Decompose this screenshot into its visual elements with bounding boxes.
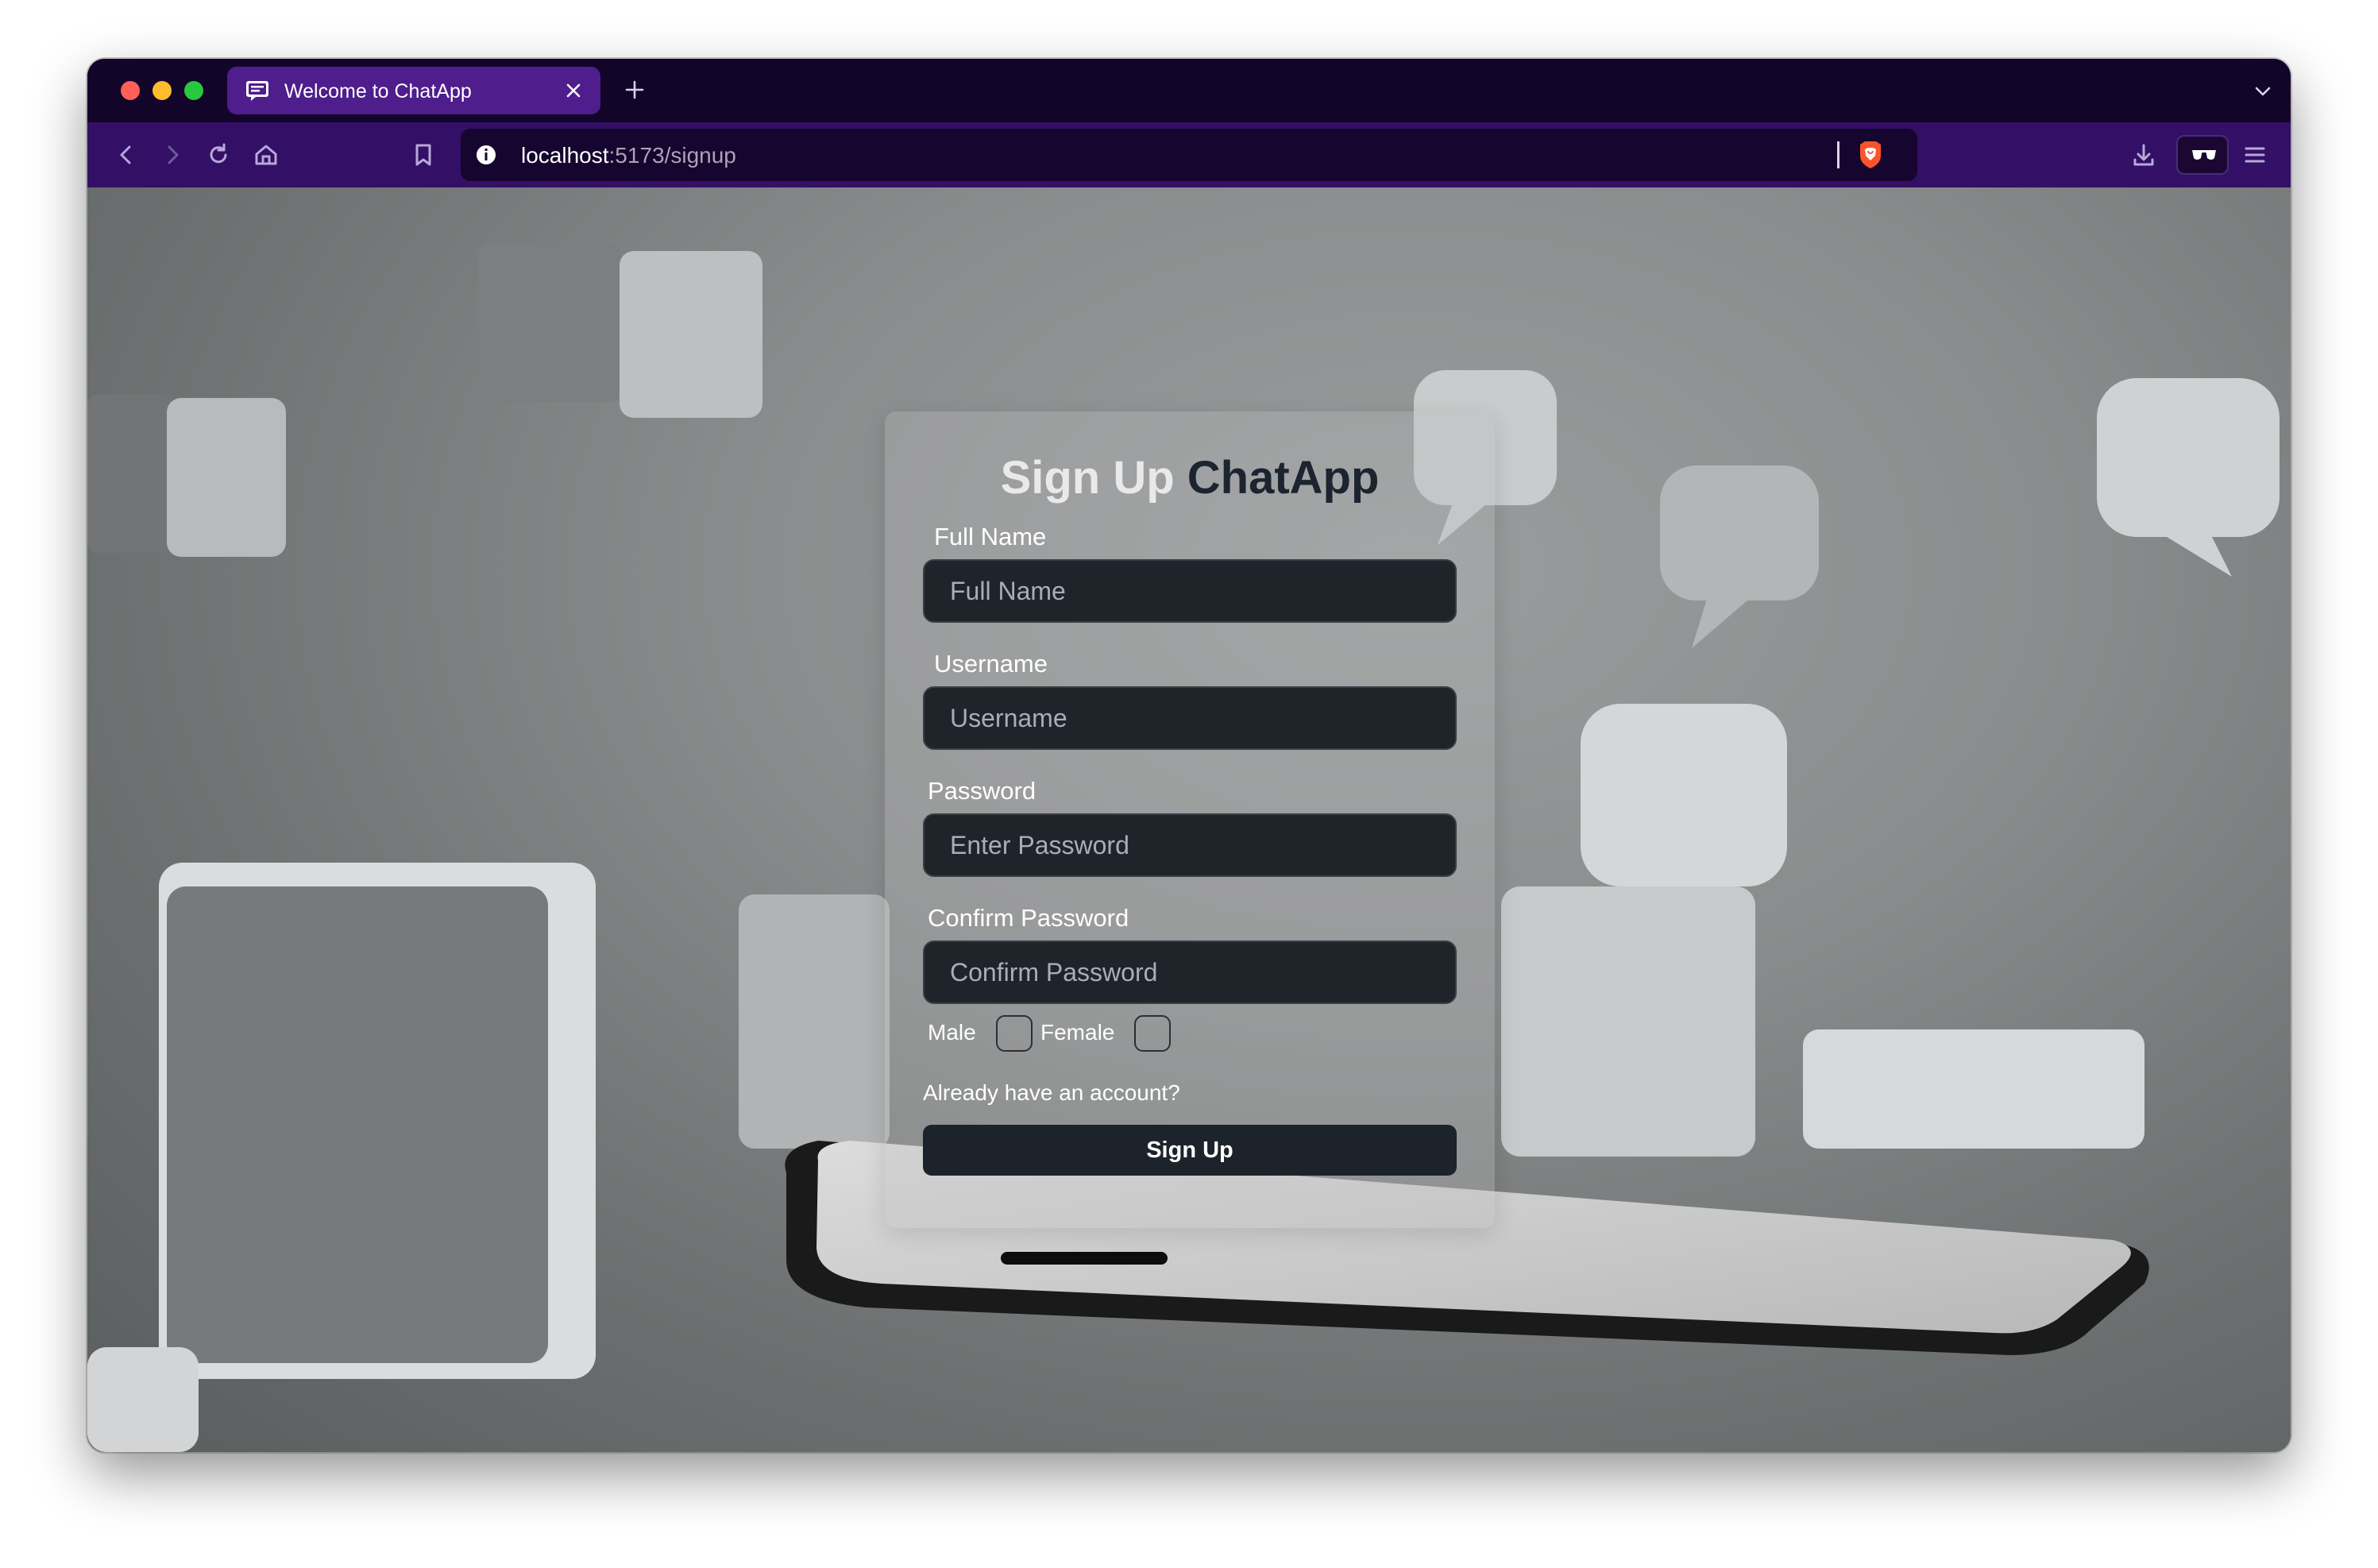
- title-app-name: ChatApp: [1187, 452, 1380, 504]
- signup-card: Sign Up ChatApp Full Name Username Passw…: [885, 411, 1495, 1228]
- username-label: Username: [934, 650, 1048, 678]
- tab-bar: Welcome to ChatApp: [87, 59, 2291, 122]
- tab-title: Welcome to ChatApp: [284, 80, 472, 102]
- close-window-button[interactable]: [121, 81, 140, 100]
- browser-window: Welcome to ChatApp localhost:5173/signup…: [87, 59, 2291, 1452]
- password-input[interactable]: [923, 813, 1457, 877]
- url-divider: [1837, 141, 1839, 168]
- close-icon[interactable]: [564, 81, 583, 100]
- chevron-right-icon[interactable]: [157, 140, 187, 170]
- sign-up-button[interactable]: Sign Up: [923, 1125, 1457, 1176]
- reader-mode-button[interactable]: [2176, 135, 2229, 175]
- password-label: Password: [928, 777, 1037, 805]
- brave-lion-icon[interactable]: [1857, 140, 1884, 170]
- confirm-password-label: Confirm Password: [928, 904, 1129, 932]
- chevron-down-icon[interactable]: [2251, 79, 2275, 103]
- url-path: :5173/signup: [608, 143, 736, 168]
- title-sign-up: Sign Up: [1000, 452, 1175, 504]
- reload-icon[interactable]: [203, 140, 234, 170]
- reader-mode-icon: [2192, 150, 2216, 160]
- confirm-password-input[interactable]: [923, 940, 1457, 1004]
- female-label: Female: [1040, 1020, 1115, 1045]
- url-host: localhost: [521, 143, 609, 168]
- male-label: Male: [928, 1020, 976, 1045]
- page-content: Sign Up ChatApp Full Name Username Passw…: [87, 187, 2291, 1452]
- chevron-left-icon[interactable]: [111, 140, 141, 170]
- full-name-input[interactable]: [923, 559, 1457, 623]
- download-icon[interactable]: [2129, 140, 2159, 170]
- info-icon[interactable]: [475, 144, 497, 166]
- male-checkbox[interactable]: [996, 1015, 1033, 1052]
- navigation-toolbar: localhost:5173/signup: [87, 122, 2291, 187]
- address-bar[interactable]: localhost:5173/signup: [461, 129, 1917, 181]
- login-link[interactable]: Already have an account?: [923, 1080, 1180, 1106]
- minimize-window-button[interactable]: [152, 81, 172, 100]
- full-name-label: Full Name: [934, 523, 1047, 550]
- tab-active[interactable]: Welcome to ChatApp: [227, 67, 600, 114]
- bookmark-icon[interactable]: [408, 140, 438, 170]
- url-text: localhost:5173/signup: [521, 143, 736, 168]
- hamburger-menu-icon[interactable]: [2240, 140, 2270, 170]
- page-title: Sign Up ChatApp: [885, 451, 1495, 504]
- new-tab-icon[interactable]: [623, 78, 647, 102]
- home-icon[interactable]: [251, 140, 281, 170]
- zoom-window-button[interactable]: [184, 81, 203, 100]
- username-input[interactable]: [923, 686, 1457, 750]
- female-checkbox[interactable]: [1134, 1015, 1171, 1052]
- chat-window-icon: [246, 81, 268, 101]
